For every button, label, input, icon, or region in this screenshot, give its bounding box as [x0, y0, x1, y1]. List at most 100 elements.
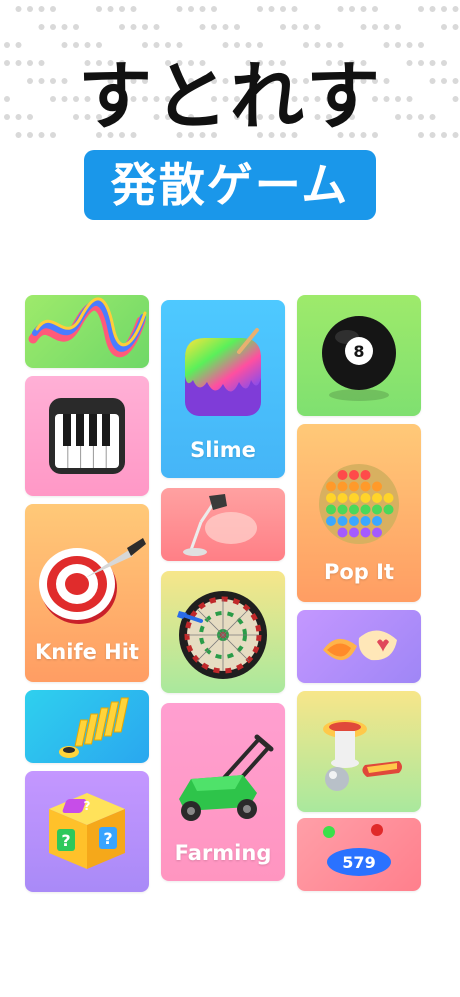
- pop-it-bubble: [360, 504, 371, 515]
- pop-it-bubble: [326, 481, 336, 492]
- nut-shell-icon: [323, 630, 397, 661]
- decor-dot: [349, 6, 355, 12]
- piano-icon: [49, 398, 125, 474]
- decor-dot: [130, 6, 137, 12]
- decor-dot: [395, 24, 401, 30]
- game-tile-piano[interactable]: [25, 376, 149, 496]
- decor-dot: [119, 24, 125, 30]
- decor-dot: [406, 42, 413, 48]
- pop-it-bubble: [337, 493, 348, 503]
- decor-dot: [153, 42, 160, 48]
- pop-it-bubble: [326, 516, 336, 526]
- decor-dot: [50, 6, 56, 12]
- dartboard-icon: [177, 591, 267, 679]
- game-tile-eight-ball[interactable]: 8: [297, 295, 421, 416]
- decor-dot: [372, 24, 378, 30]
- tile-label-slime: Slime: [190, 438, 256, 462]
- pop-it-bubble: [349, 481, 359, 492]
- decor-dot: [73, 24, 79, 30]
- game-tile-slime[interactable]: Slime: [161, 300, 285, 478]
- decor-dot: [176, 42, 183, 48]
- decor-dot: [222, 24, 229, 30]
- decor-dot: [418, 42, 424, 48]
- pop-it-bubble: [337, 481, 348, 492]
- decor-dot: [360, 24, 367, 30]
- tile-label-farming: Farming: [174, 841, 272, 865]
- decor-dot: [303, 42, 309, 48]
- decor-dot: [38, 6, 45, 12]
- decor-dot: [96, 6, 102, 12]
- game-tile-darts[interactable]: [161, 571, 285, 693]
- decor-dot: [15, 42, 22, 48]
- decor-dot: [142, 24, 148, 30]
- domino-icon: [59, 697, 129, 758]
- decor-dot: [372, 6, 378, 12]
- pop-it-bubble: [349, 527, 359, 538]
- pop-it-bubble: [337, 504, 348, 515]
- pop-it-bubble: [349, 493, 359, 503]
- pop-it-bubble: [337, 470, 348, 480]
- decor-dot: [107, 6, 114, 12]
- eight-ball-icon: 8: [322, 316, 396, 401]
- decor-dot: [176, 6, 183, 12]
- pop-it-bubble: [383, 504, 394, 515]
- game-tile-pop-it[interactable]: Pop It: [297, 424, 421, 602]
- game-tile-farming[interactable]: Farming: [161, 703, 285, 881]
- decor-dot: [303, 24, 309, 30]
- pop-it-bubble: [360, 516, 371, 526]
- decor-dot: [429, 6, 436, 12]
- decor-dot: [257, 6, 263, 12]
- decor-dot: [280, 6, 286, 12]
- pop-it-bubble: [337, 516, 348, 526]
- desk-lamp-icon: [183, 494, 257, 556]
- game-tile-mystery-box[interactable]: ? ? ?: [25, 771, 149, 892]
- game-tile-knife-hit[interactable]: Knife Hit: [25, 504, 149, 682]
- decor-dot: [119, 6, 125, 12]
- pop-it-bubble: [372, 481, 382, 492]
- game-tile-counter[interactable]: 579: [297, 818, 421, 891]
- decor-dot: [441, 6, 447, 12]
- tile-label-pop-it: Pop It: [323, 560, 394, 584]
- svg-text:?: ?: [61, 831, 70, 850]
- mystery-box-icon: ? ? ?: [49, 793, 125, 869]
- decor-dot: [245, 42, 252, 48]
- decor-dot: [452, 6, 459, 12]
- decor-dot: [84, 42, 91, 48]
- app-title: すとれす: [78, 54, 382, 140]
- decor-dot: [383, 24, 390, 30]
- decor-dot: [61, 24, 68, 30]
- game-tile-nut-shell[interactable]: [297, 610, 421, 683]
- decor-dot: [15, 6, 22, 12]
- game-tile-desk-lamp[interactable]: [161, 488, 285, 561]
- decor-dot: [73, 42, 79, 48]
- game-tile-pinball[interactable]: [297, 691, 421, 812]
- decor-dot: [130, 24, 137, 30]
- game-tile-ribbon[interactable]: [25, 295, 149, 368]
- pop-it-bubble: [326, 504, 336, 515]
- decor-dot: [337, 42, 344, 48]
- game-tile-domino[interactable]: [25, 690, 149, 763]
- tile-label-knife-hit: Knife Hit: [35, 640, 139, 664]
- decor-dot: [418, 6, 424, 12]
- decor-dot: [291, 6, 298, 12]
- decor-dot: [257, 42, 263, 48]
- decor-dot: [50, 24, 56, 30]
- decor-dot: [222, 42, 229, 48]
- decor-dot: [27, 6, 33, 12]
- decor-dot: [4, 42, 10, 48]
- pop-it-bubble: [372, 527, 382, 538]
- pop-it-bubble: [372, 504, 382, 515]
- pop-it-bubble: [349, 516, 359, 526]
- counter-icon: 579: [323, 824, 391, 876]
- svg-text:?: ?: [103, 829, 112, 848]
- ribbon-icon: [28, 297, 147, 358]
- decor-dot: [211, 6, 217, 12]
- decor-dot: [337, 6, 344, 12]
- pinball-icon: [323, 720, 402, 791]
- decor-dot: [153, 24, 160, 30]
- decor-dot: [61, 42, 68, 48]
- decor-dot: [188, 6, 194, 12]
- decor-dot: [199, 6, 206, 12]
- decor-dot: [291, 24, 298, 30]
- decor-dot: [452, 24, 459, 30]
